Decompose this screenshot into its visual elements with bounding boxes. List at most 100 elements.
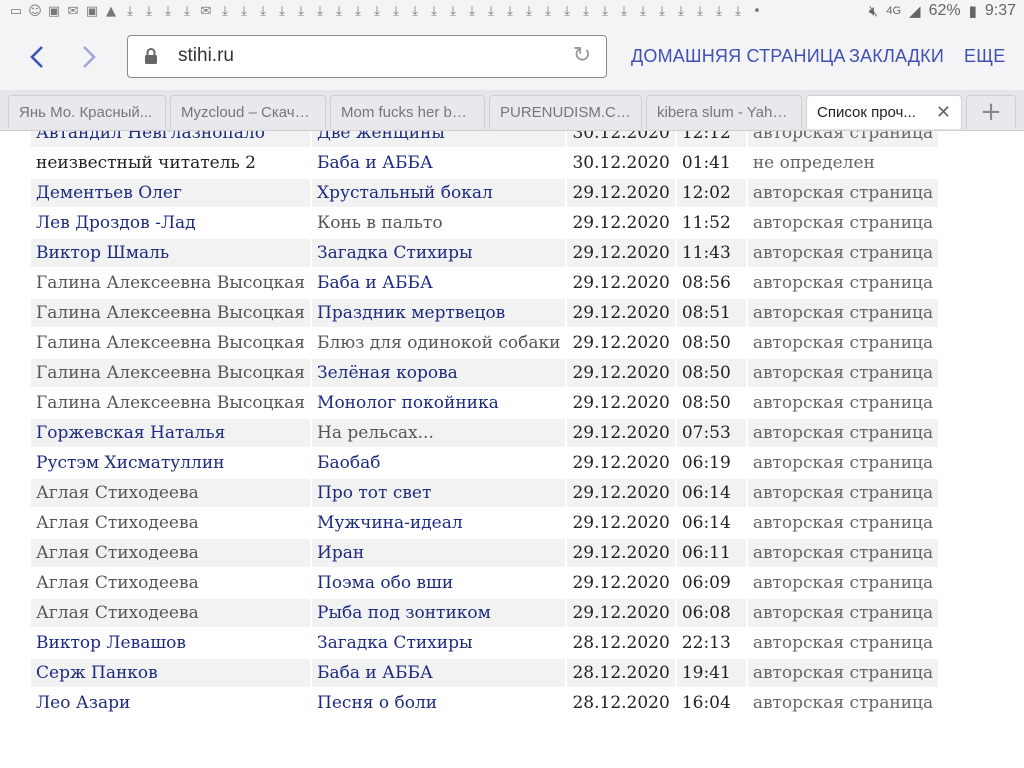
- reader-name: неизвестный читатель 2: [36, 153, 256, 173]
- home-page-button[interactable]: ДОМАШНЯЯ СТРАНИЦА: [631, 46, 846, 67]
- work-title[interactable]: Баобаб: [317, 453, 380, 473]
- battery-percent: 62%: [928, 2, 961, 19]
- reader-name[interactable]: Виктор Левашов: [36, 633, 186, 653]
- read-time-cell: 08:51: [676, 299, 746, 327]
- table-row: Лев Дроздов -Лад Конь в пальто 29.12.2020 1…: [31, 209, 939, 237]
- close-icon[interactable]: ✕: [936, 103, 951, 121]
- tab-3[interactable]: Mom fucks her boy...: [330, 95, 485, 129]
- work-title[interactable]: Иран: [317, 543, 364, 563]
- read-source: авторская страница: [752, 513, 934, 533]
- download-icon: ⤓: [507, 3, 513, 19]
- work-title[interactable]: Праздник мертвецов: [317, 303, 505, 323]
- reader-name[interactable]: Рустэм Хисматуллин: [36, 453, 225, 473]
- read-source-cell: авторская страница: [747, 359, 939, 387]
- table-row: Лео Азари Песня о боли 28.12.2020 16:04 авто…: [31, 689, 939, 717]
- reader-name-cell: Галина Алексеевна Высоцкая: [31, 329, 311, 357]
- reader-name[interactable]: Лев Дроздов -Лад: [36, 213, 196, 233]
- tab-active[interactable]: Список проч... ✕: [806, 95, 962, 129]
- read-date-cell: 29.12.2020: [567, 269, 675, 297]
- work-title[interactable]: Мужчина-идеал: [317, 513, 463, 533]
- work-title-cell: На рельсах...: [312, 419, 566, 447]
- read-source-cell: авторская страница: [747, 629, 939, 657]
- work-title[interactable]: Про тот свет: [317, 483, 431, 503]
- read-date: 29.12.2020: [572, 243, 670, 263]
- read-date: 28.12.2020: [572, 663, 670, 683]
- tab-5[interactable]: kibera slum - Yaho...: [646, 95, 802, 129]
- reader-name[interactable]: Горжевская Наталья: [36, 423, 225, 443]
- download-icon: ⤓: [678, 3, 684, 19]
- work-title[interactable]: Баба и АББА: [317, 663, 433, 683]
- reader-name-cell: Галина Алексеевна Высоцкая: [31, 359, 311, 387]
- read-time: 12:02: [681, 183, 731, 203]
- chevron-left-icon: [30, 46, 43, 68]
- reader-name-cell: Аглая Стиходеева: [31, 479, 311, 507]
- read-source-cell: авторская страница: [747, 599, 939, 627]
- table-row: Аглая Стиходеева Про тот свет 29.12.2020 06…: [31, 479, 939, 507]
- download-icon: ⤓: [241, 3, 247, 19]
- new-tab-button[interactable]: +: [966, 95, 1016, 129]
- work-title-cell: Баба и АББА: [312, 659, 566, 687]
- reader-name-cell: Галина Алексеевна Высоцкая: [31, 389, 311, 417]
- table-row: Галина Алексеевна Высоцкая Баба и АББА 29.…: [31, 269, 939, 297]
- table-row: Рустэм Хисматуллин Баобаб 29.12.2020 06:19 а…: [31, 449, 939, 477]
- read-date-cell: 28.12.2020: [567, 689, 675, 717]
- read-date: 29.12.2020: [572, 393, 670, 413]
- signal-icon: ◢: [909, 2, 921, 20]
- download-icon: ⤓: [412, 3, 418, 19]
- work-title[interactable]: Хрустальный бокал: [317, 183, 493, 203]
- reader-name: Аглая Стиходеева: [36, 483, 199, 503]
- tab-1[interactable]: Янь Мо. Красный...: [8, 95, 166, 129]
- read-time-cell: 16:04: [676, 689, 746, 717]
- work-title[interactable]: Монолог покойника: [317, 393, 499, 413]
- work-title-cell: Баба и АББА: [312, 269, 566, 297]
- more-button[interactable]: ЕЩЕ: [964, 46, 1006, 67]
- notification-icons: ▭ ☺ ▣ ✉ ▣ ▲ ⤓ ⤓ ⤓ ⤓ ✉ ⤓ ⤓ ⤓ ⤓ ⤓ ⤓ ⤓ ⤓ ⤓ …: [8, 3, 765, 19]
- work-title-cell: Баба и АББА: [312, 149, 566, 177]
- read-time-cell: 11:52: [676, 209, 746, 237]
- read-time: 22:13: [681, 633, 731, 653]
- read-source-cell: авторская страница: [747, 209, 939, 237]
- read-date: 29.12.2020: [572, 543, 670, 563]
- download-icon: ⤓: [735, 3, 741, 19]
- work-title[interactable]: Зелёная корова: [317, 363, 458, 383]
- reader-name-cell: Серж Панков: [31, 659, 311, 687]
- read-time-cell: 08:56: [676, 269, 746, 297]
- work-title[interactable]: Поэма обо вши: [317, 573, 453, 593]
- forward-button[interactable]: [74, 42, 104, 72]
- reader-name[interactable]: Лео Азари: [36, 693, 130, 713]
- work-title[interactable]: Песня о боли: [317, 693, 437, 713]
- download-icon: ⤓: [127, 3, 133, 19]
- bookmarks-button[interactable]: ЗАКЛАДКИ: [849, 46, 944, 67]
- read-time-cell: 06:08: [676, 599, 746, 627]
- read-source-cell: авторская страница: [747, 389, 939, 417]
- work-title[interactable]: Рыба под зонтиком: [317, 603, 491, 623]
- work-title[interactable]: Две женщины: [317, 131, 445, 143]
- read-time: 01:41: [681, 153, 731, 173]
- work-title[interactable]: Баба и АББА: [317, 153, 433, 173]
- download-icon: ⤓: [488, 3, 494, 19]
- reload-icon[interactable]: ↻: [570, 44, 594, 68]
- reader-name[interactable]: Виктор Шмаль: [36, 243, 169, 263]
- reader-name-cell: Дементьев Олег: [31, 179, 311, 207]
- reader-name[interactable]: Дементьев Олег: [36, 183, 182, 203]
- tab-2[interactable]: Myzcloud – Скача...: [170, 95, 326, 129]
- tab-4[interactable]: PURENUDISM.CO...: [489, 95, 642, 129]
- reader-name[interactable]: Серж Панков: [36, 663, 158, 683]
- status-bar: ▭ ☺ ▣ ✉ ▣ ▲ ⤓ ⤓ ⤓ ⤓ ✉ ⤓ ⤓ ⤓ ⤓ ⤓ ⤓ ⤓ ⤓ ⤓ …: [0, 0, 1024, 24]
- work-title: Конь в пальто: [317, 213, 443, 233]
- work-title[interactable]: Загадка Стихиры: [317, 243, 472, 263]
- download-icon: ⤓: [355, 3, 361, 19]
- read-time: 08:50: [681, 363, 731, 383]
- system-tray: 🔇︎ 4G ◢ 62% ▮ 9:37: [869, 2, 1016, 20]
- back-button[interactable]: [22, 42, 52, 72]
- address-bar[interactable]: stihi.ru ↻: [127, 35, 607, 78]
- read-date: 29.12.2020: [572, 183, 670, 203]
- reader-name[interactable]: Автандил Невглазнопало: [36, 131, 265, 143]
- work-title[interactable]: Баба и АББА: [317, 273, 433, 293]
- read-date-cell: 30.12.2020: [567, 131, 675, 147]
- read-date-cell: 29.12.2020: [567, 179, 675, 207]
- read-time: 06:14: [681, 483, 731, 503]
- work-title-cell: Баобаб: [312, 449, 566, 477]
- work-title-cell: Мужчина-идеал: [312, 509, 566, 537]
- work-title[interactable]: Загадка Стихиры: [317, 633, 472, 653]
